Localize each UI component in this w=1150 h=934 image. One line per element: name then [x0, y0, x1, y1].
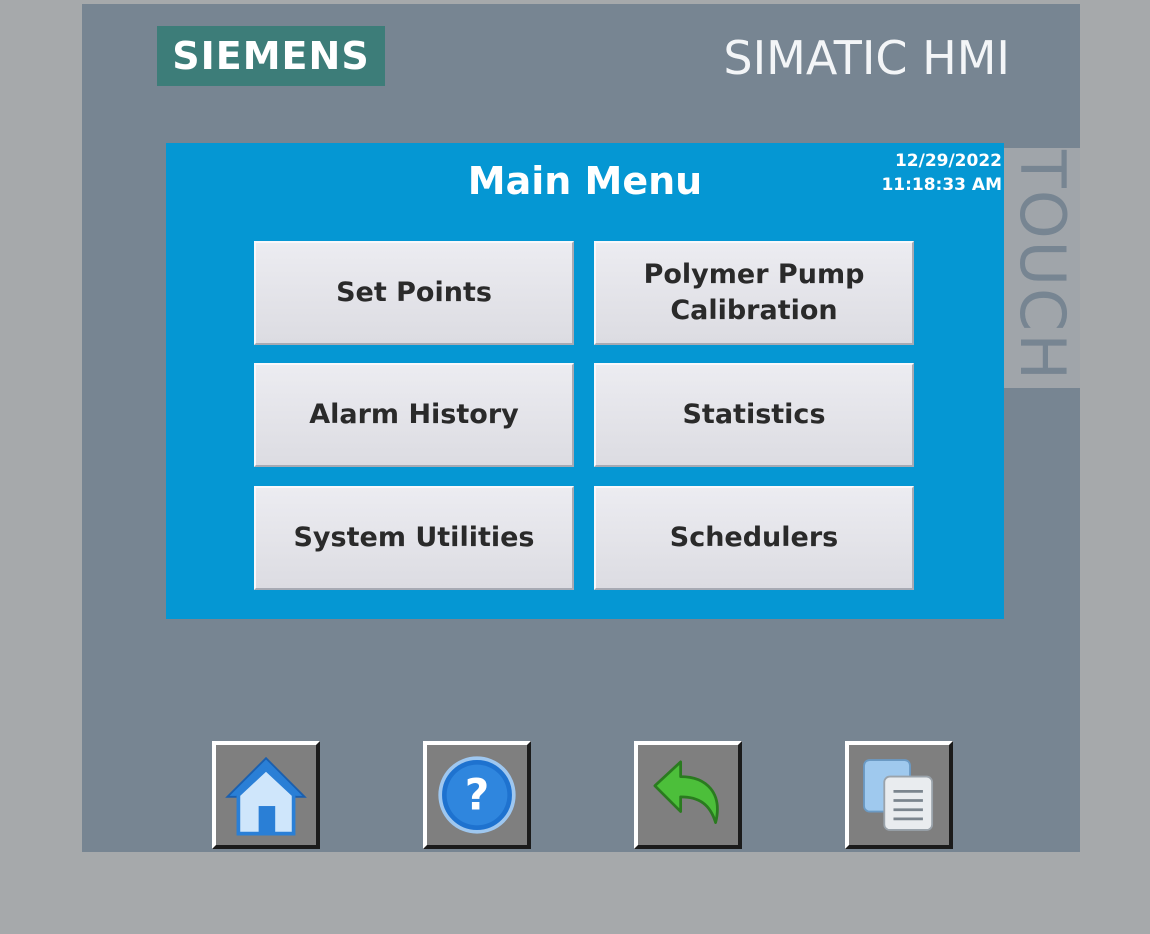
home-button[interactable] — [212, 741, 320, 849]
screens-icon — [863, 759, 934, 831]
schedulers-button[interactable]: Schedulers — [594, 486, 914, 590]
help-button[interactable]: ? — [423, 741, 531, 849]
statistics-button[interactable]: Statistics — [594, 363, 914, 467]
touch-label: TOUCH — [1006, 150, 1079, 382]
system-utilities-button[interactable]: System Utilities — [254, 486, 574, 590]
time-text: 11:18:33 AM — [881, 175, 1002, 195]
statistics-label: Statistics — [682, 399, 826, 430]
polymer-pump-calibration-button[interactable]: Polymer Pump Calibration — [594, 241, 914, 345]
polymer-pump-calibration-label: Polymer Pump Calibration — [644, 257, 865, 329]
alarm-history-label: Alarm History — [309, 399, 519, 430]
set-points-label: Set Points — [336, 277, 492, 308]
datetime-display: 12/29/2022 11:18:33 AM — [881, 149, 1002, 197]
alarm-history-button[interactable]: Alarm History — [254, 363, 574, 467]
system-utilities-label: System Utilities — [293, 522, 535, 553]
schedulers-label: Schedulers — [669, 522, 839, 553]
screens-button[interactable] — [845, 741, 953, 849]
siemens-logo: SIEMENS — [157, 26, 385, 86]
set-points-button[interactable]: Set Points — [254, 241, 574, 345]
back-arrow-icon — [653, 760, 719, 824]
page-title: Main Menu — [467, 159, 703, 203]
home-icon — [225, 756, 307, 836]
back-button[interactable] — [634, 741, 742, 849]
polymer-pump-label-line2: Calibration — [670, 295, 838, 326]
hmi-screen: Main Menu 12/29/2022 11:18:33 AM Set Poi… — [166, 143, 1004, 619]
polymer-pump-label-line1: Polymer Pump — [643, 259, 865, 290]
svg-text:?: ? — [465, 771, 490, 820]
date-text: 12/29/2022 — [894, 151, 1002, 171]
simatic-hmi-label: SIMATIC HMI — [723, 31, 1010, 85]
help-icon: ? — [438, 756, 516, 834]
